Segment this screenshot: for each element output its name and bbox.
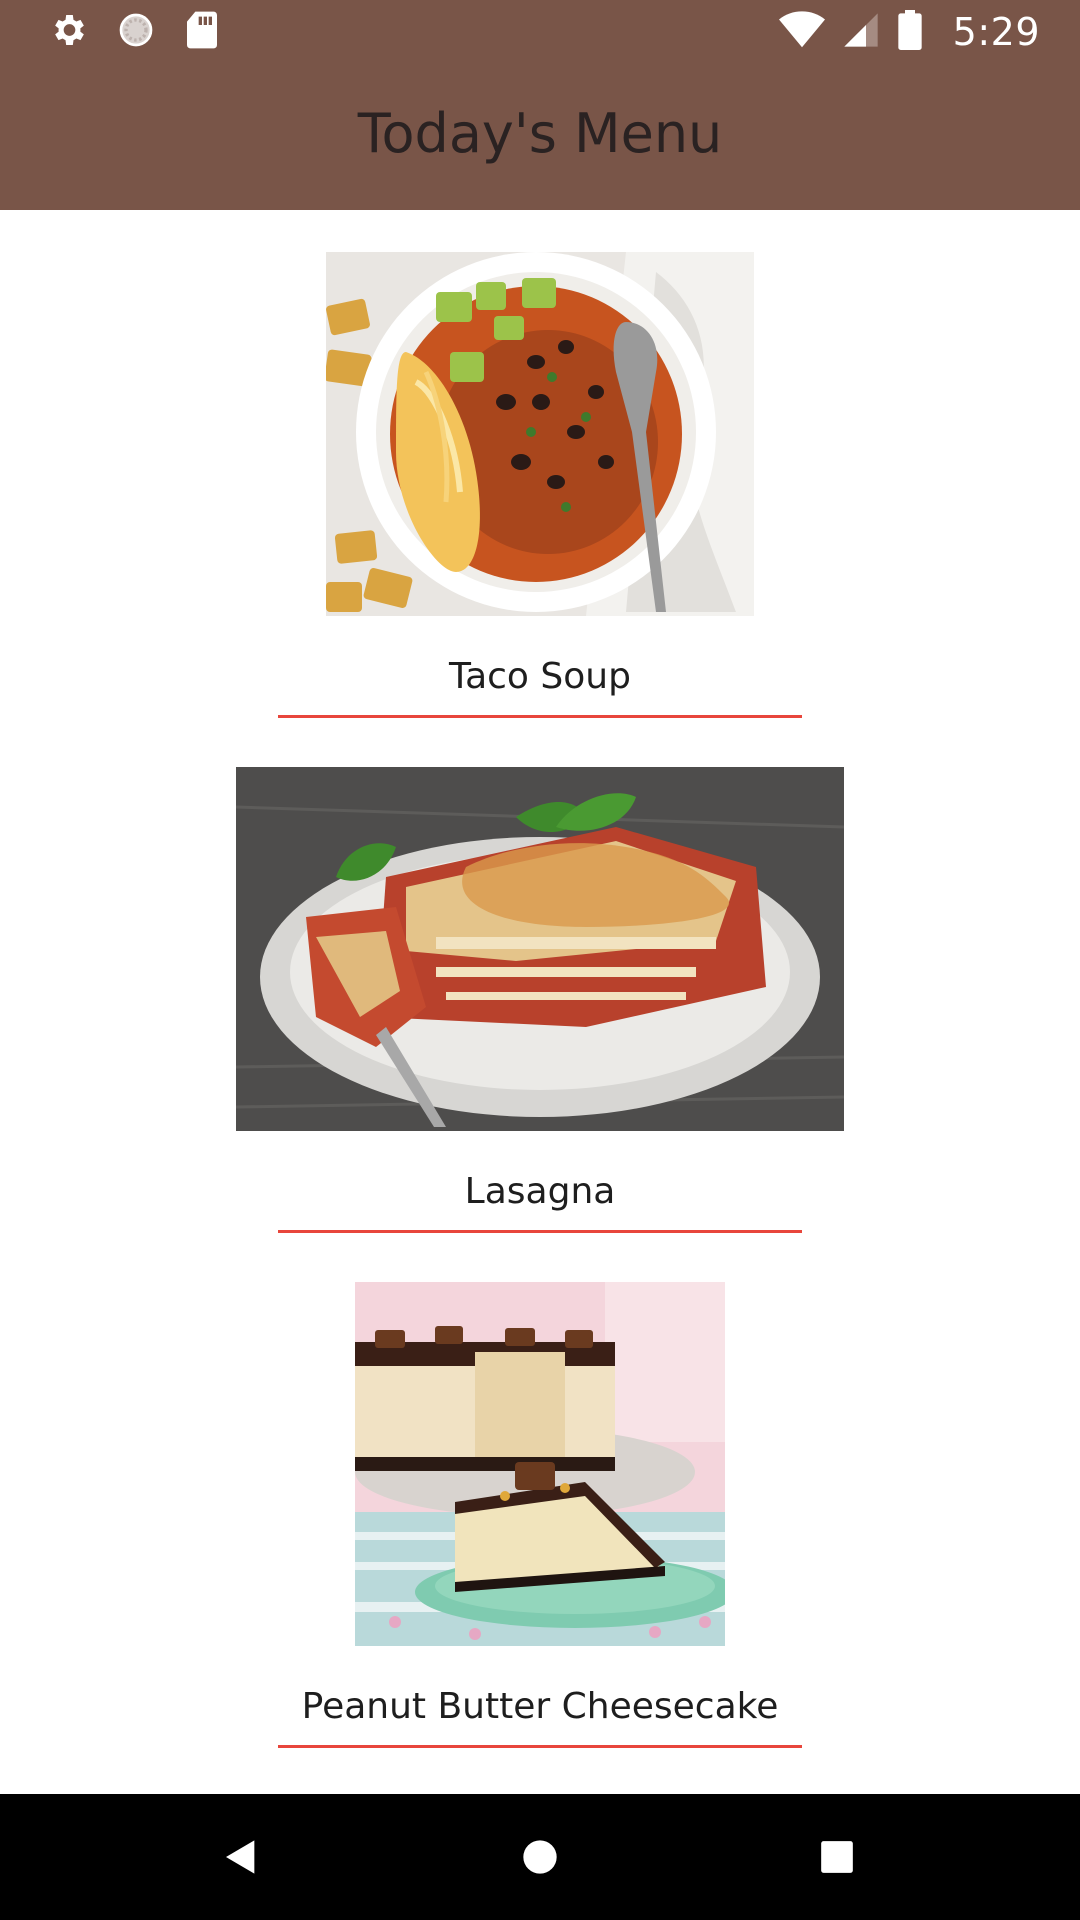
- loading-circle-icon: [116, 10, 156, 55]
- signal-icon: [841, 10, 881, 55]
- status-right-icons: 5:29: [778, 9, 1040, 55]
- title-underline: [278, 1230, 802, 1233]
- app-bar: Today's Menu: [0, 64, 1080, 210]
- battery-icon: [897, 9, 923, 55]
- menu-item-title: Taco Soup: [449, 656, 631, 697]
- menu-list[interactable]: Taco Soup Lasagna Peanut Butter Cheeseca…: [0, 210, 1080, 1794]
- screen: 5:29 Today's Menu Taco Soup Lasagna Pean…: [0, 0, 1080, 1920]
- status-left-icons: [48, 10, 220, 54]
- lasagna-image[interactable]: [236, 767, 844, 1131]
- title-underline: [278, 715, 802, 718]
- home-icon[interactable]: [507, 1824, 573, 1890]
- gear-icon: [48, 10, 88, 55]
- sd-card-icon: [184, 10, 220, 55]
- page-title: Today's Menu: [357, 101, 723, 165]
- recents-icon[interactable]: [804, 1824, 870, 1890]
- taco-soup-image[interactable]: [326, 252, 754, 616]
- back-icon[interactable]: [208, 1824, 274, 1890]
- peanut-butter-cheesecake-image[interactable]: [355, 1282, 725, 1646]
- menu-item-title: Lasagna: [464, 1171, 616, 1212]
- navigation-bar: [0, 1794, 1080, 1920]
- wifi-icon: [778, 10, 825, 55]
- title-underline: [278, 1745, 802, 1748]
- status-time: 5:29: [952, 10, 1040, 54]
- menu-item-title: Peanut Butter Cheesecake: [301, 1686, 779, 1727]
- status-bar: 5:29: [0, 0, 1080, 64]
